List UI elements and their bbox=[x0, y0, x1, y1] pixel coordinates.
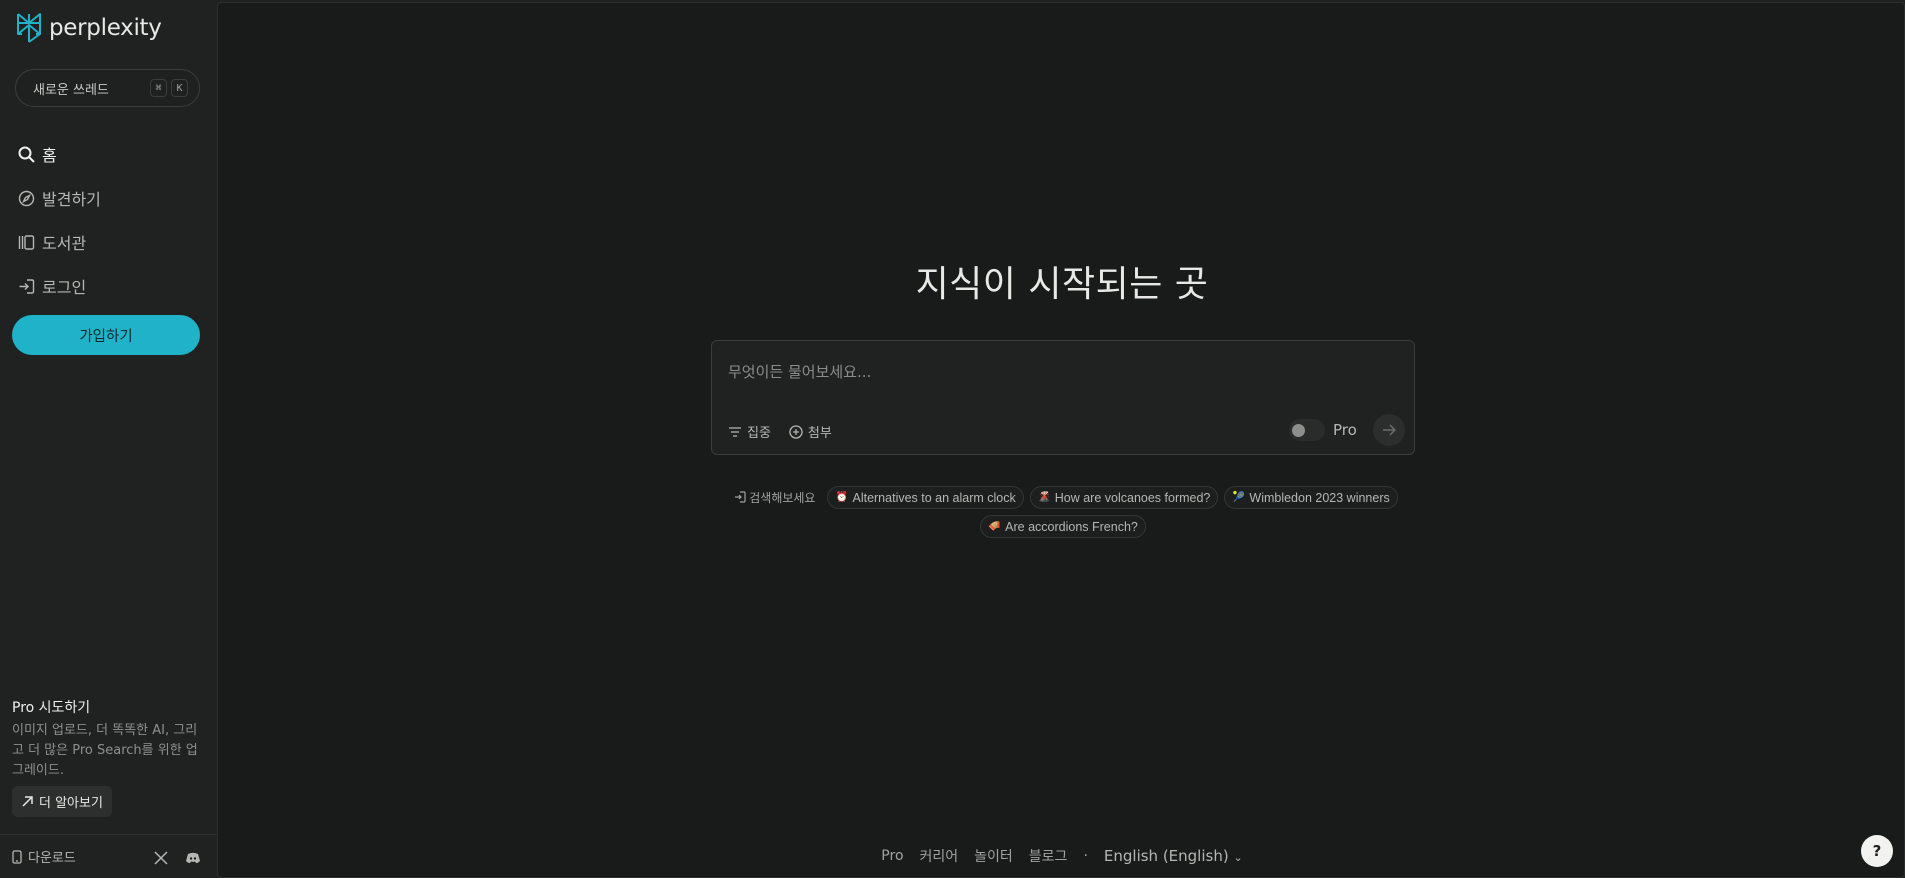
shortcut-keys: ⌘ K bbox=[150, 79, 188, 97]
pro-toggle[interactable]: Pro bbox=[1289, 419, 1357, 441]
tennis-ball-icon: 🎾 bbox=[1232, 492, 1246, 503]
search-tools: 집중 첨부 bbox=[728, 422, 832, 441]
footer-link-blog[interactable]: 블로그 bbox=[1029, 846, 1068, 866]
sidebar-item-label: 로그인 bbox=[42, 278, 87, 297]
volcano-icon: 🌋 bbox=[1038, 492, 1051, 503]
new-thread-label: 새로운 쓰레드 bbox=[33, 82, 109, 98]
pro-toggle-track[interactable] bbox=[1289, 419, 1325, 441]
enter-icon bbox=[735, 491, 746, 503]
sidebar: perplexity 새로운 쓰레드 ⌘ K 홈 발견하기 도서관 로그인 가입… bbox=[0, 0, 217, 878]
attach-button[interactable]: 첨부 bbox=[789, 422, 832, 441]
suggestion-text: Alternatives to an alarm clock bbox=[852, 490, 1016, 505]
learn-more-button[interactable]: 더 알아보기 bbox=[12, 786, 112, 817]
search-icon bbox=[18, 146, 35, 163]
focus-button[interactable]: 집중 bbox=[728, 422, 771, 441]
pro-promo-title: Pro 시도하기 bbox=[12, 700, 91, 716]
suggestions-label: 검색해보세요 bbox=[728, 486, 821, 508]
plus-circle-icon bbox=[789, 424, 803, 439]
main-panel: 지식이 시작되는 곳 집중 첨부 Pro bbox=[217, 2, 1905, 878]
footer-separator: · bbox=[1083, 848, 1088, 864]
signup-button[interactable]: 가입하기 bbox=[12, 315, 200, 355]
help-button[interactable]: ? bbox=[1861, 835, 1893, 867]
sidebar-item-home[interactable]: 홈 bbox=[18, 132, 101, 176]
footer-link-careers[interactable]: 커리어 bbox=[920, 846, 959, 866]
accordion-icon: 🪗 bbox=[988, 521, 1001, 532]
arrow-right-icon bbox=[1383, 424, 1396, 436]
download-link[interactable]: 다운로드 bbox=[11, 847, 76, 866]
filter-icon bbox=[729, 426, 741, 437]
pro-promo-description: 이미지 업로드, 더 똑똑한 AI, 그리고 더 많은 Pro Search를 … bbox=[12, 723, 198, 778]
suggestion-text: How are volcanoes formed? bbox=[1054, 490, 1211, 505]
sidebar-item-library[interactable]: 도서관 bbox=[18, 220, 101, 264]
compass-icon bbox=[18, 190, 35, 206]
sidebar-footer: 다운로드 bbox=[0, 834, 217, 878]
learn-more-label: 더 알아보기 bbox=[39, 796, 103, 811]
sidebar-item-discover[interactable]: 발견하기 bbox=[18, 176, 101, 220]
attach-label: 첨부 bbox=[807, 426, 832, 441]
library-icon bbox=[18, 234, 35, 250]
main-footer: Pro 커리어 놀이터 블로그 · English (English) ⌄ bbox=[218, 846, 1905, 866]
chevron-down-icon: ⌄ bbox=[1233, 851, 1243, 864]
search-box: 집중 첨부 Pro bbox=[711, 340, 1415, 455]
mobile-icon bbox=[12, 849, 22, 864]
logo[interactable]: perplexity bbox=[14, 12, 162, 44]
submit-button[interactable] bbox=[1373, 414, 1405, 446]
pro-toggle-label: Pro bbox=[1333, 421, 1357, 439]
alarm-clock-icon: ⏰ bbox=[835, 492, 849, 503]
suggestion-chip[interactable]: 🪗 Are accordions French? bbox=[980, 515, 1146, 538]
language-label: English (English) bbox=[1103, 847, 1229, 865]
sidebar-item-login[interactable]: 로그인 bbox=[18, 264, 101, 308]
login-icon bbox=[19, 278, 35, 294]
x-twitter-icon[interactable] bbox=[153, 850, 169, 866]
suggestion-chip[interactable]: 🌋 How are volcanoes formed? bbox=[1029, 486, 1219, 509]
language-selector[interactable]: English (English) ⌄ bbox=[1104, 847, 1243, 865]
suggestions-label-text: 검색해보세요 bbox=[749, 490, 816, 505]
sidebar-item-label: 도서관 bbox=[42, 234, 87, 253]
suggestion-chip[interactable]: 🎾 Wimbledon 2023 winners bbox=[1224, 486, 1398, 509]
suggestions: 검색해보세요 ⏰ Alternatives to an alarm clock … bbox=[711, 486, 1415, 538]
sidebar-item-label: 발견하기 bbox=[42, 190, 101, 209]
suggestion-text: Wimbledon 2023 winners bbox=[1249, 490, 1390, 505]
perplexity-logo-icon bbox=[17, 13, 41, 43]
download-label: 다운로드 bbox=[28, 851, 76, 866]
page-title: 지식이 시작되는 곳 bbox=[915, 264, 1209, 305]
sidebar-item-label: 홈 bbox=[42, 146, 57, 165]
suggestion-text: Are accordions French? bbox=[1005, 519, 1138, 534]
sidebar-nav: 홈 발견하기 도서관 로그인 bbox=[18, 132, 101, 308]
arrow-up-right-icon bbox=[22, 796, 33, 807]
pro-toggle-knob bbox=[1292, 424, 1305, 437]
search-input[interactable] bbox=[728, 357, 1368, 387]
app-root: perplexity 새로운 쓰레드 ⌘ K 홈 발견하기 도서관 로그인 가입… bbox=[0, 0, 1905, 878]
k-key: K bbox=[171, 79, 188, 97]
new-thread-button[interactable]: 새로운 쓰레드 ⌘ K bbox=[15, 69, 200, 107]
discord-icon[interactable] bbox=[185, 850, 201, 866]
focus-label: 집중 bbox=[747, 426, 771, 441]
pro-promo: Pro 시도하기 이미지 업로드, 더 똑똑한 AI, 그리고 더 많은 Pro… bbox=[12, 697, 202, 817]
logo-text: perplexity bbox=[49, 15, 162, 41]
cmd-key: ⌘ bbox=[150, 79, 167, 97]
suggestion-chip[interactable]: ⏰ Alternatives to an alarm clock bbox=[827, 486, 1024, 509]
footer-link-pro[interactable]: Pro bbox=[881, 848, 903, 864]
footer-link-playground[interactable]: 놀이터 bbox=[974, 846, 1013, 866]
